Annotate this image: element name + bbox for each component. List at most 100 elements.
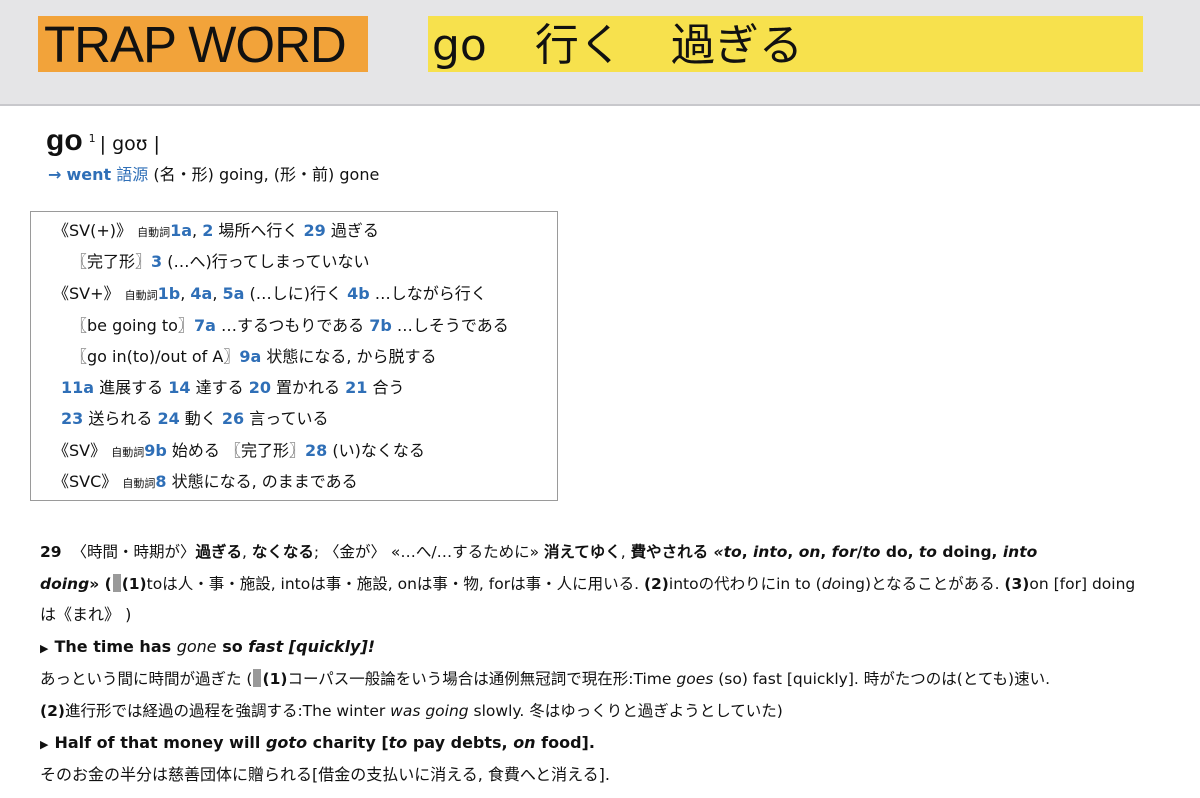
- target-word-bar: go 行く 過ぎる: [428, 16, 1143, 72]
- summary-line: 《SV+》 自動詞1b, 4a, 5a (…しに)行く 4b …しながら行く: [53, 284, 487, 306]
- pattern-label: 《SV》: [53, 441, 107, 460]
- example-keyword: gone: [176, 637, 217, 656]
- sense-link[interactable]: 1a: [170, 221, 192, 240]
- summary-text: 送られる: [83, 409, 158, 428]
- banner-word-iku: 行く: [534, 20, 623, 71]
- definition: 消えてゆく: [544, 543, 621, 561]
- pattern: doing: [936, 543, 992, 561]
- example-sentence: ▶ The time has gone so fast [quickly]!: [40, 636, 1190, 660]
- pattern: to: [918, 543, 937, 561]
- sense-link[interactable]: 4b: [347, 284, 370, 303]
- definition: なくなる: [251, 543, 314, 561]
- entry-header: go 1 | goʊ |: [46, 124, 160, 158]
- pattern-label: 《SVC》: [53, 472, 118, 491]
- sense-link[interactable]: 29: [304, 221, 326, 240]
- pattern: do,: [880, 543, 919, 561]
- pos-tag: 自動詞: [124, 289, 158, 302]
- pattern: doing: [40, 575, 90, 593]
- note-text: (so) fast [quickly]. 時がたつのは(とても)速い.: [713, 670, 1051, 688]
- separator: ,: [787, 543, 799, 561]
- forms-rest: (名・形) going, (形・前) gone: [148, 165, 380, 184]
- note-text: ing)となることがある.: [841, 575, 1005, 593]
- note-marker-icon: [253, 669, 262, 687]
- sense-link[interactable]: 5a: [222, 284, 244, 303]
- pattern: to: [862, 543, 881, 561]
- summary-text: 状態になる, から脱する: [261, 347, 437, 366]
- sense-link[interactable]: 1b: [158, 284, 181, 303]
- sense-link[interactable]: 7b: [369, 316, 392, 335]
- example-text: fast [quickly]!: [248, 637, 376, 656]
- note-text: intoの代わりにin to (: [668, 575, 822, 593]
- summary-line: 《SVC》 自動詞8 状態になる, のままである: [53, 472, 358, 494]
- sense-link[interactable]: 3: [151, 252, 162, 271]
- pattern-label: 《SV(+)》: [53, 221, 132, 240]
- summary-text: …しながら行く: [369, 284, 487, 303]
- separator: ,: [241, 543, 252, 561]
- summary-line: 《SV(+)》 自動詞1a, 2 場所へ行く 29 過ぎる: [53, 221, 379, 243]
- sense-link[interactable]: 11a: [61, 378, 94, 397]
- sense-link[interactable]: 9b: [144, 441, 167, 460]
- example-text: so: [216, 637, 249, 656]
- separator: ,: [991, 543, 1003, 561]
- sense-link[interactable]: 28: [305, 441, 327, 460]
- summary-text: (…へ)行ってしまっていない: [162, 252, 370, 271]
- sense-link[interactable]: 20: [249, 378, 271, 397]
- sense-link[interactable]: 4a: [190, 284, 212, 303]
- summary-text: ,: [212, 284, 223, 303]
- pattern-label: 〖完了形〗: [71, 252, 152, 271]
- summary-text: 合う: [367, 378, 405, 397]
- pos-tag: 自動詞: [122, 477, 156, 490]
- note-number: (1): [262, 670, 288, 688]
- summary-line: 《SV》 自動詞9b 始める 〖完了形〗28 (い)なくなる: [53, 441, 425, 463]
- separator: ,: [620, 543, 631, 561]
- sense-link[interactable]: 7a: [194, 316, 216, 335]
- sense-link[interactable]: 9a: [239, 347, 261, 366]
- past-form-link[interactable]: went: [67, 165, 112, 184]
- sense-link[interactable]: 23: [61, 409, 83, 428]
- sense-number: 29: [40, 543, 62, 561]
- summary-line: 〖go in(to)/out of A〗9a 状態になる, から脱する: [71, 347, 437, 367]
- sense-link[interactable]: 14: [168, 378, 190, 397]
- pronunciation: | goʊ |: [99, 133, 160, 155]
- summary-text: …しそうである: [391, 316, 509, 335]
- example-translation: そのお金の半分は慈善団体に贈られる[借金の支払いに消える, 食費へと消える].: [40, 765, 610, 784]
- example-text: The time has: [54, 637, 177, 656]
- summary-text: …するつもりである: [215, 316, 370, 335]
- sense-29-usage-note: doing» ((1)toは人・事・施設, intoは事・施設, onは事・物,…: [40, 573, 1190, 595]
- example-keyword: on: [513, 733, 536, 752]
- sense-summary-box: 《SV(+)》 自動詞1a, 2 場所へ行く 29 過ぎる 〖完了形〗3 (…へ…: [30, 211, 558, 501]
- sense-link[interactable]: 2: [202, 221, 213, 240]
- etymology-link[interactable]: 語源: [116, 165, 148, 184]
- pattern: into: [1002, 543, 1038, 561]
- pattern-label: 〖be going to〗: [71, 316, 194, 335]
- homograph-number: 1: [88, 132, 96, 145]
- sense-link[interactable]: 24: [157, 409, 179, 428]
- pattern: » (: [89, 575, 112, 593]
- pattern: on: [798, 543, 821, 561]
- example-bullet-icon: ▶: [40, 738, 49, 751]
- example-bullet-icon: ▶: [40, 642, 49, 655]
- forms-arrow: →: [48, 165, 62, 184]
- separator: ,: [741, 543, 753, 561]
- sense-29-usage-note-end: は《まれ》 ): [40, 605, 132, 624]
- context-label: 〈時間・時期が〉: [71, 543, 196, 561]
- note-number: (2): [643, 575, 669, 593]
- note-number: (3): [1004, 575, 1030, 593]
- summary-line: 23 送られる 24 動く 26 言っている: [61, 409, 328, 429]
- sense-link[interactable]: 8: [155, 472, 166, 491]
- headword: go: [46, 124, 83, 157]
- sense-link[interactable]: 26: [222, 409, 244, 428]
- summary-line: 〖完了形〗3 (…へ)行ってしまっていない: [71, 252, 370, 272]
- summary-text: (い)なくなる: [327, 441, 425, 460]
- sense-link[interactable]: 21: [345, 378, 367, 397]
- example-text: Half of that money will: [54, 733, 266, 752]
- example-text: pay debts,: [407, 733, 514, 752]
- pattern: for: [831, 543, 857, 561]
- summary-line: 11a 進展する 14 達する 20 置かれる 21 合う: [61, 378, 405, 398]
- example-text: charity [: [307, 733, 389, 752]
- separator: ,: [820, 543, 832, 561]
- context-label: ; 〈金が〉 «…へ/…するために»: [313, 543, 545, 561]
- note-keyword: was going: [390, 702, 469, 720]
- example-sentence: ▶ Half of that money will goto charity [t…: [40, 732, 1190, 756]
- pos-tag: 自動詞: [137, 226, 171, 239]
